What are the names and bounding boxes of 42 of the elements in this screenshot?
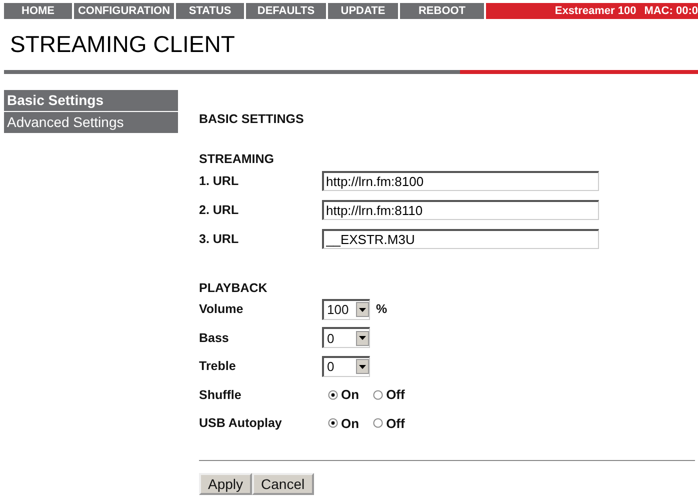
field-label: 2. URL [199, 202, 239, 216]
field-label: 1. URL [199, 174, 239, 188]
radio-button[interactable] [373, 390, 384, 400]
field-label: Volume [199, 302, 244, 316]
action-button[interactable]: Apply [199, 472, 252, 494]
nav-tab[interactable]: STATUS [176, 3, 246, 19]
dropdown-arrow-icon [359, 308, 366, 312]
radio-button[interactable] [328, 390, 338, 400]
section-heading: BASIC SETTINGS [199, 112, 304, 126]
dropdown[interactable]: 100 [322, 298, 370, 320]
nav-tab[interactable]: HOME [4, 3, 74, 19]
radio-option[interactable]: On [328, 387, 360, 402]
dropdown-arrow-icon [359, 364, 366, 369]
nav-tab[interactable]: CONFIGURATION [74, 3, 176, 19]
field-label: 3. URL [199, 232, 239, 246]
url-field[interactable]: __EXSTR.M3U [322, 228, 599, 248]
sidebar-item[interactable]: Basic Settings [4, 90, 178, 112]
dropdown-arrow-icon [359, 336, 366, 340]
section-heading: STREAMING [199, 152, 274, 166]
page-title: STREAMING CLIENT [9, 30, 235, 57]
field-label: Treble [199, 359, 236, 374]
device-name: Exstreamer 100 [554, 4, 636, 19]
nav-tab[interactable]: UPDATE [328, 3, 400, 19]
nav-tab[interactable]: DEFAULTS [246, 3, 328, 19]
url-field[interactable]: http://lrn.fm:8110 [322, 200, 599, 220]
dropdown[interactable]: 0 [322, 327, 370, 348]
unit-label: % [376, 302, 388, 316]
radio-option[interactable]: Off [373, 387, 405, 402]
sidebar-item[interactable]: Advanced Settings [4, 112, 178, 134]
dropdown[interactable]: 0 [322, 356, 370, 377]
radio-button[interactable] [373, 418, 384, 428]
action-button[interactable]: Cancel [252, 472, 314, 494]
field-label: Shuffle [199, 388, 242, 402]
nav-tab[interactable]: REBOOT [400, 3, 486, 19]
radio-button[interactable] [328, 418, 338, 428]
field-label: Bass [199, 330, 229, 345]
radio-option[interactable]: On [328, 416, 360, 431]
mac-address: MAC: 00:0 [644, 4, 698, 19]
radio-option[interactable]: Off [373, 416, 405, 431]
field-label: USB Autoplay [199, 416, 282, 430]
url-field[interactable]: http://lrn.fm:8100 [322, 170, 599, 190]
section-heading: PLAYBACK [199, 281, 268, 295]
